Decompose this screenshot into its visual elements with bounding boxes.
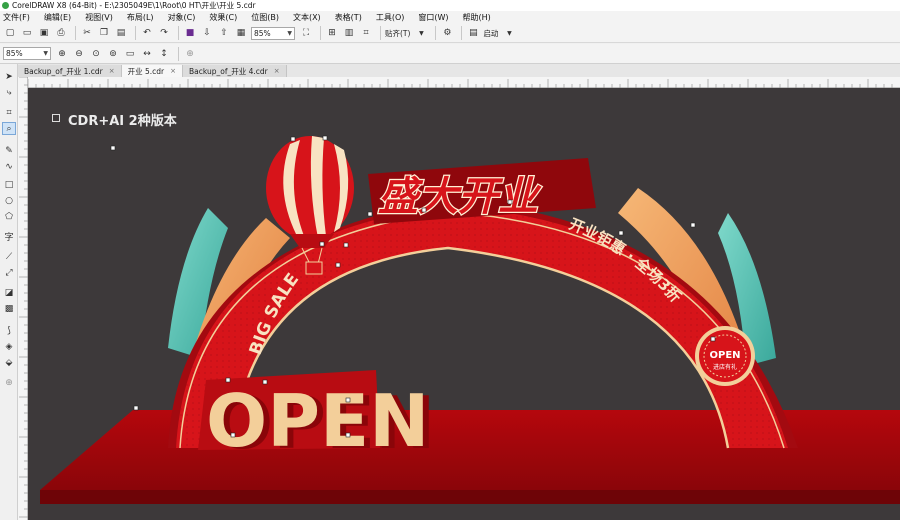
menu-tools[interactable]: 工具(O): [376, 12, 405, 23]
standard-toolbar: ▢ ▭ ▣ ⎙ ✂ ❐ ▤ ↶ ↷ ■ ⇩ ⇧ ▦ 85% ▼ ⛶ ⊞ ▥ ⌗ 贴…: [0, 24, 900, 43]
floor-platform-edge: [40, 490, 900, 504]
menu-edit[interactable]: 编辑(E): [44, 12, 71, 23]
add-tool-icon[interactable]: ⊕: [2, 376, 16, 389]
pick-tool-icon[interactable]: ➤: [2, 70, 16, 83]
freehand-tool-icon[interactable]: ✎: [2, 144, 16, 157]
connector-tool-icon[interactable]: ⤢: [2, 266, 16, 279]
tab-current-document[interactable]: 开业 5.cdr ×: [121, 65, 183, 77]
crop-tool-icon[interactable]: ⌗: [2, 106, 16, 119]
opening-arch-artwork[interactable]: 盛大开业 BIG SALE 开业钜惠 · 全场3折 OPEN 进店有礼 OPEN…: [28, 88, 900, 520]
show-rulers-icon[interactable]: ⊞: [325, 26, 339, 40]
pan-add-icon[interactable]: ⊕: [183, 47, 197, 61]
badge-title: OPEN: [709, 350, 740, 361]
undo-icon[interactable]: ↶: [140, 26, 154, 40]
open-badge: OPEN 进店有礼: [695, 326, 755, 386]
zoom-to-selected-icon[interactable]: ⊙: [89, 47, 103, 61]
toolbar-divider: [178, 46, 179, 61]
toolbar-divider: [435, 26, 437, 40]
open-text: OPEN: [206, 379, 429, 463]
toolbar-divider: [380, 26, 381, 40]
menu-help[interactable]: 帮助(H): [463, 12, 491, 23]
redo-icon[interactable]: ↷: [157, 26, 171, 40]
zoom-to-all-objects-icon[interactable]: ⊚: [106, 47, 120, 61]
drop-shadow-tool-icon[interactable]: ◪: [2, 286, 16, 299]
text-tool-icon[interactable]: 字: [2, 230, 16, 243]
zoom-to-page-height-icon[interactable]: ↕: [157, 47, 171, 61]
toolbox: ➤ ⤷ ⌗ ⌕ ✎ ∿ □ ○ ⬠ 字 ⟋ ⤢ ◪ ▩ ⟆ ◈ ⬙ ⊕: [0, 64, 18, 520]
menu-bitmaps[interactable]: 位图(B): [251, 12, 279, 23]
document-tab-bar: Backup_of_开业 1.cdr × 开业 5.cdr × Backup_of_…: [18, 64, 900, 77]
badge-subtitle: 进店有礼: [713, 363, 737, 371]
search-content-icon[interactable]: ■: [183, 26, 197, 40]
shape-tool-icon[interactable]: ⤷: [2, 86, 16, 99]
menu-effects[interactable]: 效果(C): [209, 12, 237, 23]
menu-view[interactable]: 视图(V): [85, 12, 113, 23]
menu-bar: 文件(F) 编辑(E) 视图(V) 布局(L) 对象(C) 效果(C) 位图(B…: [0, 11, 900, 24]
horizontal-ruler-ticks: [27, 79, 893, 88]
eyedropper-tool-icon[interactable]: ⟆: [2, 324, 16, 337]
toolbar-divider: [320, 26, 321, 40]
zoom-in-icon[interactable]: ⊕: [55, 47, 69, 61]
show-guidelines-icon[interactable]: ⌗: [359, 26, 373, 40]
title-bar: CorelDRAW X8 (64-Bit) - E:\2305049E\1\Ro…: [0, 0, 900, 11]
zoom-out-icon[interactable]: ⊖: [72, 47, 86, 61]
menu-window[interactable]: 窗口(W): [418, 12, 448, 23]
save-icon[interactable]: ▣: [37, 26, 51, 40]
coreldraw-app-icon: [2, 2, 9, 9]
close-icon[interactable]: ×: [109, 67, 115, 75]
toolbar-divider: [178, 26, 179, 40]
window-title: CorelDRAW X8 (64-Bit) - E:\2305049E\1\Ro…: [12, 1, 256, 10]
zoom-toolbar: 85% ▼ ⊕ ⊖ ⊙ ⊚ ▭ ↔ ↕ ⊕: [0, 44, 900, 64]
parallel-dimension-icon[interactable]: ⟋: [2, 250, 16, 263]
vertical-ruler-ticks: [19, 76, 28, 518]
drawing-canvas[interactable]: CDR+AI 2种版本 盛大开业 BIG SALE 开业钜惠 · 全场3折 OP…: [28, 88, 900, 520]
toolbar-divider: [135, 26, 136, 40]
paste-icon[interactable]: ▤: [114, 26, 128, 40]
chevron-down-icon[interactable]: ▼: [414, 26, 428, 40]
chevron-down-icon: ▼: [287, 29, 292, 37]
toolbar-divider: [461, 26, 463, 40]
print-icon[interactable]: ⎙: [54, 26, 68, 40]
zoom-to-page-width-icon[interactable]: ↔: [140, 47, 154, 61]
tab-backup-4[interactable]: Backup_of_开业 4.cdr ×: [183, 65, 287, 77]
cut-icon[interactable]: ✂: [80, 26, 94, 40]
menu-text[interactable]: 文本(X): [293, 12, 321, 23]
snap-to-button[interactable]: 贴齐(T): [385, 28, 410, 39]
close-icon[interactable]: ×: [170, 67, 176, 75]
chevron-down-icon: ▼: [43, 50, 48, 57]
smart-fill-icon[interactable]: ⬙: [2, 356, 16, 369]
close-icon[interactable]: ×: [274, 67, 280, 75]
artistic-media-icon[interactable]: ∿: [2, 160, 16, 173]
menu-file[interactable]: 文件(F): [3, 12, 30, 23]
open-icon[interactable]: ▭: [20, 26, 34, 40]
full-screen-icon[interactable]: ⛶: [299, 26, 313, 40]
menu-object[interactable]: 对象(C): [168, 12, 196, 23]
ellipse-tool-icon[interactable]: ○: [2, 194, 16, 207]
zoom-tool-icon[interactable]: ⌕: [2, 122, 16, 135]
menu-layout[interactable]: 布局(L): [127, 12, 154, 23]
options-gear-icon[interactable]: ⚙: [440, 26, 454, 40]
zoom-level-select[interactable]: 85% ▼: [251, 26, 295, 40]
transparency-tool-icon[interactable]: ▩: [2, 302, 16, 315]
import-icon[interactable]: ⇩: [200, 26, 214, 40]
horizontal-ruler[interactable]: [27, 77, 900, 88]
polygon-tool-icon[interactable]: ⬠: [2, 210, 16, 223]
show-grid-icon[interactable]: ▥: [342, 26, 356, 40]
menu-table[interactable]: 表格(T): [335, 12, 362, 23]
vertical-ruler[interactable]: [18, 76, 28, 520]
launch-button[interactable]: 启动: [483, 28, 498, 39]
rectangle-tool-icon[interactable]: □: [2, 178, 16, 191]
interactive-fill-icon[interactable]: ◈: [2, 340, 16, 353]
publish-pdf-icon[interactable]: ▦: [234, 26, 248, 40]
toolbar-divider: [75, 26, 76, 40]
copy-icon[interactable]: ❐: [97, 26, 111, 40]
tab-backup-1[interactable]: Backup_of_开业 1.cdr ×: [18, 65, 122, 77]
zoom-to-page-icon[interactable]: ▭: [123, 47, 137, 61]
new-document-icon[interactable]: ▢: [3, 26, 17, 40]
zoom-levels-select[interactable]: 85% ▼: [3, 47, 51, 60]
headline-text: 盛大开业: [378, 174, 542, 220]
chevron-down-icon[interactable]: ▼: [502, 26, 516, 40]
application-launcher-icon[interactable]: ▤: [466, 26, 480, 40]
export-icon[interactable]: ⇧: [217, 26, 231, 40]
